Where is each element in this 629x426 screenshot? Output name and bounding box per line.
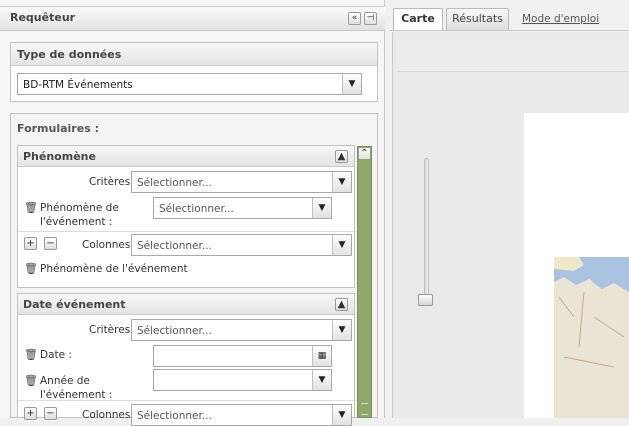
chevron-down-icon[interactable]: ▼ [332,235,351,255]
trash-icon[interactable]: 🗑 [24,201,38,214]
chevron-down-icon[interactable]: ▼ [332,405,351,425]
map-tile[interactable] [554,257,629,418]
pin-icon[interactable]: ⊣ [364,12,377,25]
collapse-left-icon[interactable]: « [348,12,361,25]
colonnes-select[interactable]: Sélectionner... ▼ [131,404,352,426]
colonnes-placeholder: Sélectionner... [137,240,212,252]
add-icon[interactable]: + [24,237,37,250]
phenomene-select[interactable]: Sélectionner... ▼ [153,197,332,219]
colonnes-label: Colonnes [82,239,131,251]
chevron-down-icon[interactable]: ▼ [312,198,331,218]
annee-select[interactable]: ▼ [153,369,332,391]
phenomene-placeholder: Sélectionner... [159,203,234,215]
colonnes-select[interactable]: Sélectionner... ▼ [131,234,352,256]
trash-icon[interactable]: 🗑 [24,262,38,275]
criteres-placeholder: Sélectionner... [137,325,212,337]
tab-resultats[interactable]: Résultats [446,8,509,30]
collapse-up-icon[interactable]: ▲ [335,298,348,311]
annee-field-label: Année de l'événement : [40,374,112,402]
divider [18,231,354,232]
chevron-down-icon[interactable]: ▼ [332,320,351,340]
calendar-icon[interactable]: ▦ [312,346,331,366]
phenomene-label-line2: l'événement : [40,216,113,228]
trash-icon[interactable]: 🗑 [24,348,38,361]
annee-label-line1: Année de [40,375,90,387]
zoom-slider-track[interactable] [424,158,429,298]
criteres-placeholder: Sélectionner... [137,177,212,189]
date-label: Date : [40,349,72,361]
add-icon[interactable]: + [24,407,37,420]
trash-icon[interactable]: 🗑 [24,374,38,387]
scroll-up-icon[interactable]: ⌃ [358,147,371,160]
formulaires-scrollbar[interactable] [357,146,372,418]
tab-carte[interactable]: Carte [393,8,443,30]
criteres-label: Critères [89,176,131,188]
criteres-select[interactable]: Sélectionner... ▼ [131,319,352,341]
formulaires-title: Formulaires : [17,122,99,135]
type-donnees-title: Type de données [17,48,122,61]
divider [18,400,354,401]
criteres-label: Critères [89,324,131,336]
land-shape [554,277,629,418]
remove-icon[interactable]: − [44,407,57,420]
map-toolbar [397,40,629,72]
chevron-down-icon[interactable]: ▼ [342,74,361,94]
type-donnees-select[interactable]: BD-RTM Événements ▼ [17,73,362,95]
requeteur-title: Requêteur [10,11,76,24]
criteres-select[interactable]: Sélectionner... ▼ [131,171,352,193]
type-donnees-value: BD-RTM Événements [23,79,133,91]
chevron-down-icon[interactable]: ▼ [332,172,351,192]
tab-mode-emploi[interactable]: Mode d'emploi [522,13,599,25]
phenomene-field-label: Phénomène de l'événement : [40,201,119,229]
collapse-up-icon[interactable]: ▲ [335,150,348,163]
colonnes-placeholder: Sélectionner... [137,410,212,422]
phenomene-label-line1: Phénomène de [40,202,119,214]
chevron-down-icon[interactable]: ▼ [312,370,331,390]
colonnes-label: Colonnes [82,409,131,421]
section-phenomene-title: Phénomène [23,150,96,163]
remove-icon[interactable]: − [44,237,57,250]
date-input[interactable]: ▦ [153,345,332,367]
zoom-slider-thumb[interactable] [418,294,433,306]
section-date-title: Date événement [23,298,126,311]
column-item: Phénomène de l'événement [40,263,188,275]
scroll-grip-icon [361,403,368,415]
